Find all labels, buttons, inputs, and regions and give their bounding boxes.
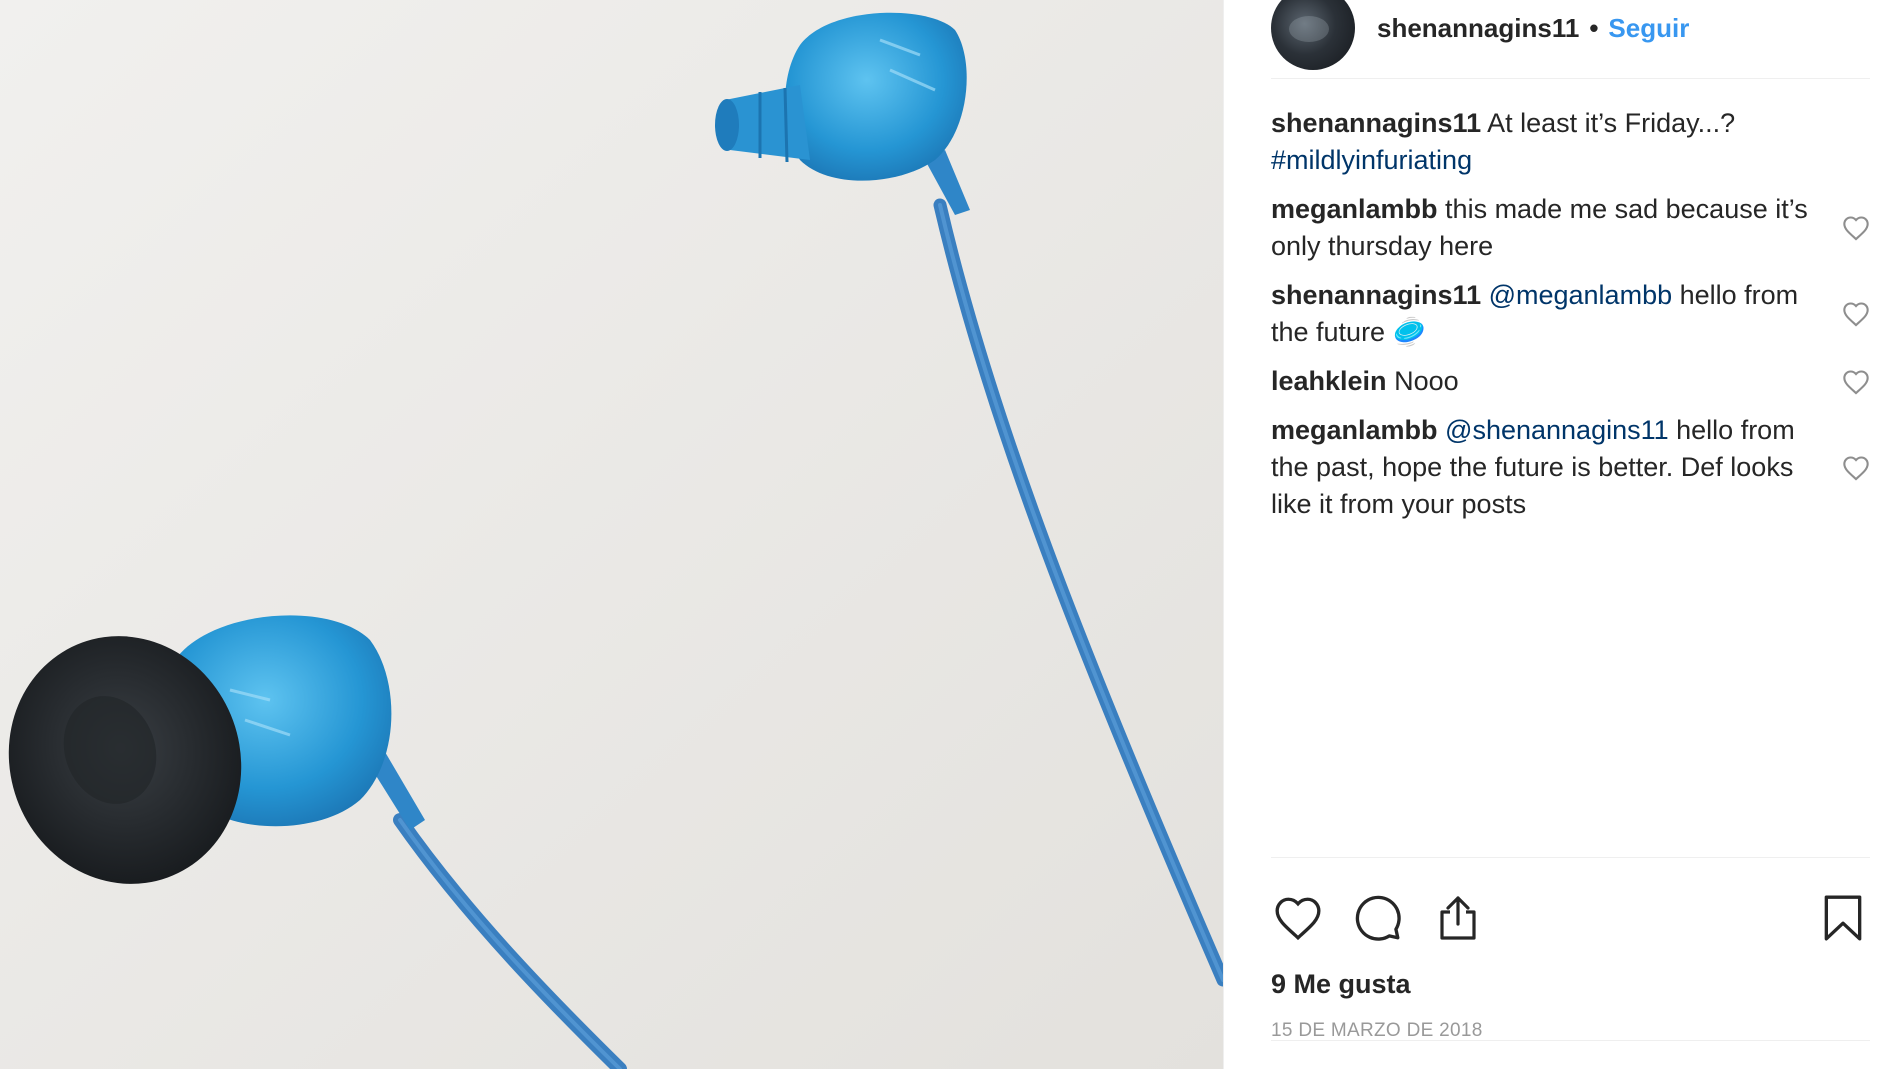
comment-item: meganlambb @shenannagins11 hello from th… (1271, 412, 1870, 523)
follow-button[interactable]: Seguir (1608, 13, 1689, 44)
comment-item: leahklein Nooo (1271, 363, 1870, 400)
save-button[interactable] (1816, 891, 1870, 945)
action-bar (1271, 873, 1870, 963)
comment-text: Nooo (1386, 366, 1459, 396)
comment-mention[interactable]: @shenannagins11 (1438, 415, 1669, 445)
post-header: shenannagins11 • Seguir (1271, 0, 1870, 79)
instagram-post: shenannagins11 • Seguir shenannagins11 A… (0, 0, 1900, 1069)
heart-icon (1275, 897, 1321, 941)
caption-username[interactable]: shenannagins11 (1271, 108, 1481, 138)
share-icon (1440, 896, 1476, 940)
comment-username[interactable]: leahklein (1271, 366, 1387, 396)
bookmark-icon (1824, 895, 1862, 941)
post-caption: shenannagins11 At least it’s Friday...? … (1271, 105, 1870, 179)
post-actions-section: 9 Me gusta 15 de marzo de 2018 (1271, 857, 1870, 1042)
author-username[interactable]: shenannagins11 (1377, 13, 1579, 44)
heart-outline-icon[interactable] (1842, 369, 1870, 395)
likes-count[interactable]: 9 Me gusta (1271, 969, 1870, 1000)
comment-item: meganlambb this made me sad because it’s… (1271, 191, 1870, 265)
heart-outline-icon[interactable] (1842, 455, 1870, 481)
caption-text: At least it’s Friday...? (1481, 108, 1736, 138)
heart-outline-icon[interactable] (1842, 215, 1870, 241)
share-button[interactable] (1431, 891, 1485, 945)
divider (1271, 1040, 1870, 1041)
comment-username[interactable]: shenannagins11 (1271, 280, 1481, 310)
earphones-photo (0, 0, 1223, 1069)
heart-outline-icon[interactable] (1842, 301, 1870, 327)
comment-username[interactable]: meganlambb (1271, 415, 1438, 445)
post-date: 15 de marzo de 2018 (1271, 1020, 1483, 1041)
like-button[interactable] (1271, 891, 1325, 945)
separator-dot: • (1589, 12, 1599, 43)
comment-mention[interactable]: @meganlambb (1481, 280, 1673, 310)
comment-icon (1355, 895, 1401, 941)
comment-item: shenannagins11 @meganlambb hello from th… (1271, 277, 1870, 351)
avatar[interactable] (1271, 0, 1355, 70)
header-text: shenannagins11 • Seguir (1377, 13, 1689, 44)
post-photo[interactable] (0, 0, 1223, 1069)
comments-list: shenannagins11 At least it’s Friday...? … (1271, 105, 1870, 535)
post-sidebar: shenannagins11 • Seguir shenannagins11 A… (1223, 0, 1900, 1069)
comment-button[interactable] (1351, 891, 1405, 945)
caption-hashtag[interactable]: #mildlyinfuriating (1271, 145, 1472, 175)
comment-username[interactable]: meganlambb (1271, 194, 1438, 224)
